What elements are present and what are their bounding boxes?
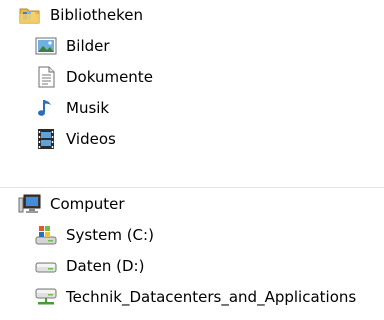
group-separator — [0, 187, 384, 188]
nav-item-system-drive-label: System (C:) — [66, 225, 154, 244]
nav-item-videos[interactable]: Videos — [0, 124, 384, 154]
nav-item-documents-label: Dokumente — [66, 67, 153, 86]
network-drive-icon — [34, 285, 58, 309]
libraries-folder-icon — [18, 3, 42, 27]
nav-item-pictures-label: Bilder — [66, 36, 110, 55]
nav-item-system-drive[interactable]: System (C:) — [0, 220, 384, 250]
nav-item-network-drive[interactable]: Technik_Datacenters_and_Applications — [0, 282, 384, 312]
nav-item-data-drive[interactable]: Daten (D:) — [0, 251, 384, 281]
pictures-icon — [34, 34, 58, 58]
navigation-pane: Bibliotheken Bilder Dokumente Musik Vide… — [0, 0, 384, 320]
nav-item-network-drive-label: Technik_Datacenters_and_Applications — [66, 287, 357, 306]
nav-item-data-drive-label: Daten (D:) — [66, 256, 145, 275]
nav-item-pictures[interactable]: Bilder — [0, 31, 384, 61]
nav-group-computer-label: Computer — [50, 194, 125, 213]
nav-group-libraries[interactable]: Bibliotheken — [0, 0, 384, 30]
computer-monitor-icon — [18, 192, 42, 216]
nav-item-music-label: Musik — [66, 98, 110, 117]
nav-group-computer[interactable]: Computer — [0, 189, 384, 219]
nav-item-music[interactable]: Musik — [0, 93, 384, 123]
nav-item-videos-label: Videos — [66, 129, 116, 148]
music-note-icon — [34, 96, 58, 120]
nav-item-documents[interactable]: Dokumente — [0, 62, 384, 92]
video-film-icon — [34, 127, 58, 151]
hard-drive-icon — [34, 254, 58, 278]
system-drive-icon — [34, 223, 58, 247]
nav-group-libraries-label: Bibliotheken — [50, 5, 143, 24]
documents-icon — [34, 65, 58, 89]
